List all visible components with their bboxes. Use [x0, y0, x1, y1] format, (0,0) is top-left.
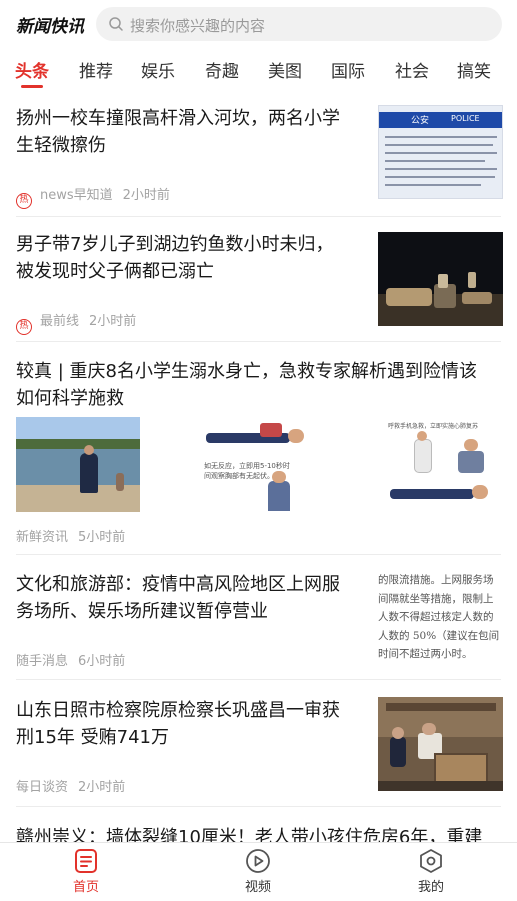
news-title: 较真 | 重庆8名小学生溺水身亡，急救专家解析遇到险情该 如何科学施救 — [16, 361, 477, 409]
tab-gaoxiao[interactable]: 搞笑 — [457, 57, 491, 82]
news-image: 如无反应，立即用5-10秒时 间观察胸部有无起伏。 — [196, 417, 320, 512]
news-thumbnail: 公安 POLICE — [378, 105, 503, 199]
news-item[interactable]: 山东日照市检察院原检察长巩盛昌一审获 刑15年 受贿741万 每日谈资 2小时前 — [0, 680, 517, 806]
news-meta: 随手消息 6小时前 — [16, 650, 125, 669]
news-item[interactable]: 较真 | 重庆8名小学生溺水身亡，急救专家解析遇到险情该 如何科学施救 如无反应… — [0, 342, 517, 554]
news-source: 最前线 — [40, 314, 80, 329]
news-meta: 新鲜资讯 5小时前 — [16, 526, 125, 545]
news-source: 新鲜资讯 — [16, 530, 69, 545]
category-tabs: 头条 推荐 娱乐 奇趣 美图 国际 社会 搞笑 — [0, 48, 517, 92]
bottom-nav: 首页 视频 我的 — [0, 842, 517, 901]
news-time: 2小时前 — [89, 314, 137, 329]
hot-badge-icon: 热 — [16, 319, 32, 335]
news-image: 呼救手机急救，立即实施心肺复苏 — [378, 417, 502, 512]
nav-profile[interactable]: 我的 — [391, 848, 471, 895]
news-thumbnail: 的限流措施。上网服务场 间隔就坐等措施，限制上 人数不得超过核定人数的 人数的 … — [378, 571, 503, 665]
news-time: 2小时前 — [78, 780, 126, 795]
tab-shehui[interactable]: 社会 — [395, 57, 429, 82]
news-title: 赣州崇义：墙体裂缝10厘米！老人带小孩住危房6年，重建 — [16, 827, 483, 842]
nav-home-label: 首页 — [72, 880, 99, 895]
tab-yule[interactable]: 娱乐 — [141, 57, 175, 82]
top-bar: 新闻快讯 搜索你感兴趣的内容 — [0, 0, 517, 48]
news-source: 随手消息 — [16, 654, 69, 669]
tab-guoji[interactable]: 国际 — [331, 57, 365, 82]
news-item[interactable]: 文化和旅游部：疫情中高风险地区上网服 务场所、娱乐场所建议暂停营业 随手消息 6小… — [0, 555, 517, 679]
news-image — [16, 417, 140, 512]
news-title: 扬州一校车撞限高杆滑入河坎，两名小学 生轻微擦伤 — [16, 108, 340, 156]
tab-tuijian[interactable]: 推荐 — [79, 57, 113, 82]
news-source: news早知道 — [40, 188, 113, 203]
news-thumbnail — [378, 232, 503, 326]
news-meta: 热 news早知道 2小时前 — [16, 184, 170, 209]
hot-badge-icon: 热 — [16, 193, 32, 209]
news-item[interactable]: 男子带7岁儿子到湖边钓鱼数小时未归， 被发现时父子俩都已溺亡 热最前线 2小时前 — [0, 217, 517, 341]
news-meta: 热最前线 2小时前 — [16, 310, 136, 335]
news-time: 5小时前 — [78, 530, 126, 545]
news-title: 山东日照市检察院原检察长巩盛昌一审获 刑15年 受贿741万 — [16, 700, 340, 748]
news-thumbnail — [378, 697, 503, 791]
news-time: 2小时前 — [122, 188, 170, 203]
profile-icon — [420, 849, 442, 873]
tab-toutiao[interactable]: 头条 — [15, 57, 49, 82]
app-logo: 新闻快讯 — [16, 17, 84, 37]
search-input[interactable]: 搜索你感兴趣的内容 — [96, 7, 502, 41]
nav-video[interactable]: 视频 — [218, 848, 298, 895]
home-icon — [75, 849, 97, 873]
search-placeholder: 搜索你感兴趣的内容 — [130, 17, 266, 35]
nav-home[interactable]: 首页 — [46, 848, 126, 895]
nav-video-label: 视频 — [244, 880, 271, 895]
tab-qiqu[interactable]: 奇趣 — [205, 57, 239, 82]
news-title: 文化和旅游部：疫情中高风险地区上网服 务场所、娱乐场所建议暂停营业 — [16, 574, 340, 622]
news-title: 男子带7岁儿子到湖边钓鱼数小时未归， 被发现时父子俩都已溺亡 — [16, 234, 334, 282]
news-item[interactable]: 扬州一校车撞限高杆滑入河坎，两名小学 生轻微擦伤 热 news早知道 2小时前 公安… — [0, 92, 517, 216]
news-meta: 每日谈资 2小时前 — [16, 776, 125, 795]
video-play-icon — [246, 849, 270, 873]
active-tab-indicator — [21, 85, 43, 88]
news-item[interactable]: 赣州崇义：墙体裂缝10厘米！老人带小孩住危房6年，重建 — [0, 807, 517, 842]
news-source: 每日谈资 — [16, 780, 69, 795]
nav-profile-label: 我的 — [417, 880, 444, 895]
tab-meitu[interactable]: 美图 — [268, 57, 302, 82]
search-icon — [109, 17, 123, 31]
news-time: 6小时前 — [78, 654, 126, 669]
